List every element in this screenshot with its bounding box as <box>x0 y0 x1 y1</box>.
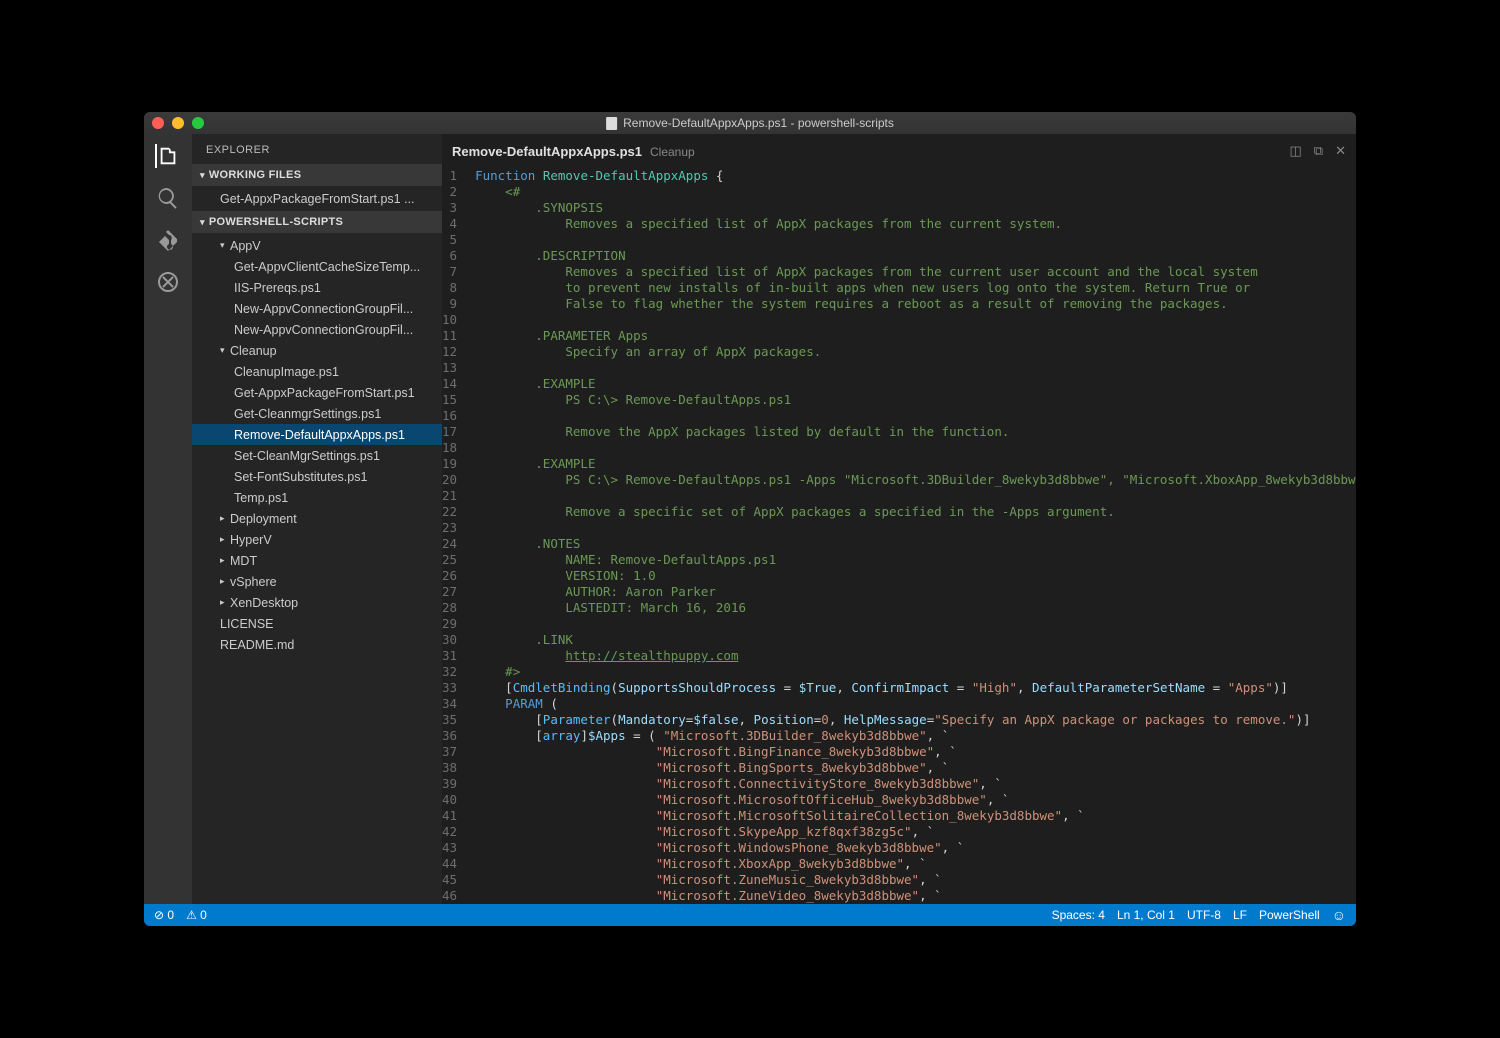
statusbar: ⊘ 0 ⚠ 0 Spaces: 4 Ln 1, Col 1 UTF-8 LF P… <box>144 904 1356 926</box>
editor-tabs: Remove-DefaultAppxApps.ps1 Cleanup ◫ ⧉ ✕ <box>442 134 1356 168</box>
sidebar-title: EXPLORER <box>192 134 442 164</box>
traffic-lights <box>152 117 204 129</box>
close-tab-icon[interactable]: ✕ <box>1335 143 1346 159</box>
file-item[interactable]: README.md <box>192 634 442 655</box>
zoom-dot[interactable] <box>192 117 204 129</box>
window-title: Remove-DefaultAppxApps.ps1 - powershell-… <box>606 116 894 130</box>
code[interactable]: Function Remove-DefaultAppxApps { <# .SY… <box>471 168 1356 904</box>
working-files-list: Get-AppxPackageFromStart.ps1 ... <box>192 186 442 211</box>
file-item[interactable]: IIS-Prereqs.ps1 <box>192 277 442 298</box>
file-item[interactable]: CleanupImage.ps1 <box>192 361 442 382</box>
folder-item[interactable]: ▸ MDT <box>192 550 442 571</box>
project-header[interactable]: ▾POWERSHELL-SCRIPTS <box>192 211 442 233</box>
folder-item[interactable]: ▸ vSphere <box>192 571 442 592</box>
status-right: Spaces: 4 Ln 1, Col 1 UTF-8 LF PowerShel… <box>1052 907 1346 923</box>
file-item[interactable]: Get-AppxPackageFromStart.ps1 <box>192 382 442 403</box>
folder-item[interactable]: ▸ XenDesktop <box>192 592 442 613</box>
window-title-text: Remove-DefaultAppxApps.ps1 - powershell-… <box>623 116 894 130</box>
encoding[interactable]: UTF-8 <box>1187 908 1221 922</box>
errors-count[interactable]: ⊘ 0 <box>154 908 174 922</box>
eol[interactable]: LF <box>1233 908 1247 922</box>
file-item[interactable]: New-AppvConnectionGroupFil... <box>192 298 442 319</box>
file-item[interactable]: Set-CleanMgrSettings.ps1 <box>192 445 442 466</box>
cursor-pos[interactable]: Ln 1, Col 1 <box>1117 908 1175 922</box>
file-item[interactable]: Get-AppvClientCacheSizeTemp... <box>192 256 442 277</box>
more-icon[interactable]: ⧉ <box>1314 143 1323 159</box>
file-item[interactable]: Remove-DefaultAppxApps.ps1 <box>192 424 442 445</box>
search-icon[interactable] <box>156 186 180 210</box>
file-item[interactable]: Temp.ps1 <box>192 487 442 508</box>
editor-area: Remove-DefaultAppxApps.ps1 Cleanup ◫ ⧉ ✕… <box>442 134 1356 904</box>
file-tree: ▾ AppVGet-AppvClientCacheSizeTemp...IIS-… <box>192 233 442 657</box>
file-item[interactable]: Set-FontSubstitutes.ps1 <box>192 466 442 487</box>
language[interactable]: PowerShell <box>1259 908 1320 922</box>
sidebar: EXPLORER ▾WORKING FILES Get-AppxPackageF… <box>192 134 442 904</box>
git-icon[interactable] <box>156 228 180 252</box>
folder-item[interactable]: ▾ AppV <box>192 235 442 256</box>
file-item[interactable]: New-AppvConnectionGroupFil... <box>192 319 442 340</box>
main-area: EXPLORER ▾WORKING FILES Get-AppxPackageF… <box>144 134 1356 904</box>
split-editor-icon[interactable]: ◫ <box>1290 143 1302 159</box>
warnings-count[interactable]: ⚠ 0 <box>186 908 207 922</box>
file-item[interactable]: LICENSE <box>192 613 442 634</box>
status-left: ⊘ 0 ⚠ 0 <box>154 908 207 922</box>
editor[interactable]: 1234567891011121314151617181920212223242… <box>442 168 1356 904</box>
tab-title[interactable]: Remove-DefaultAppxApps.ps1 <box>452 144 642 159</box>
debug-icon[interactable] <box>156 270 180 294</box>
working-files-header[interactable]: ▾WORKING FILES <box>192 164 442 186</box>
explorer-icon[interactable] <box>155 144 179 168</box>
titlebar[interactable]: Remove-DefaultAppxApps.ps1 - powershell-… <box>144 112 1356 134</box>
minimize-dot[interactable] <box>172 117 184 129</box>
vscode-window: Remove-DefaultAppxApps.ps1 - powershell-… <box>144 112 1356 926</box>
folder-item[interactable]: ▸ Deployment <box>192 508 442 529</box>
folder-item[interactable]: ▸ HyperV <box>192 529 442 550</box>
indent[interactable]: Spaces: 4 <box>1052 908 1105 922</box>
file-icon <box>606 117 617 130</box>
close-dot[interactable] <box>152 117 164 129</box>
feedback-icon[interactable]: ☺ <box>1332 907 1346 923</box>
working-file-item[interactable]: Get-AppxPackageFromStart.ps1 ... <box>192 188 442 209</box>
tab-subtitle: Cleanup <box>650 145 695 159</box>
gutter: 1234567891011121314151617181920212223242… <box>442 168 471 904</box>
activitybar <box>144 134 192 904</box>
tab-actions: ◫ ⧉ ✕ <box>1290 143 1347 159</box>
file-item[interactable]: Get-CleanmgrSettings.ps1 <box>192 403 442 424</box>
folder-item[interactable]: ▾ Cleanup <box>192 340 442 361</box>
